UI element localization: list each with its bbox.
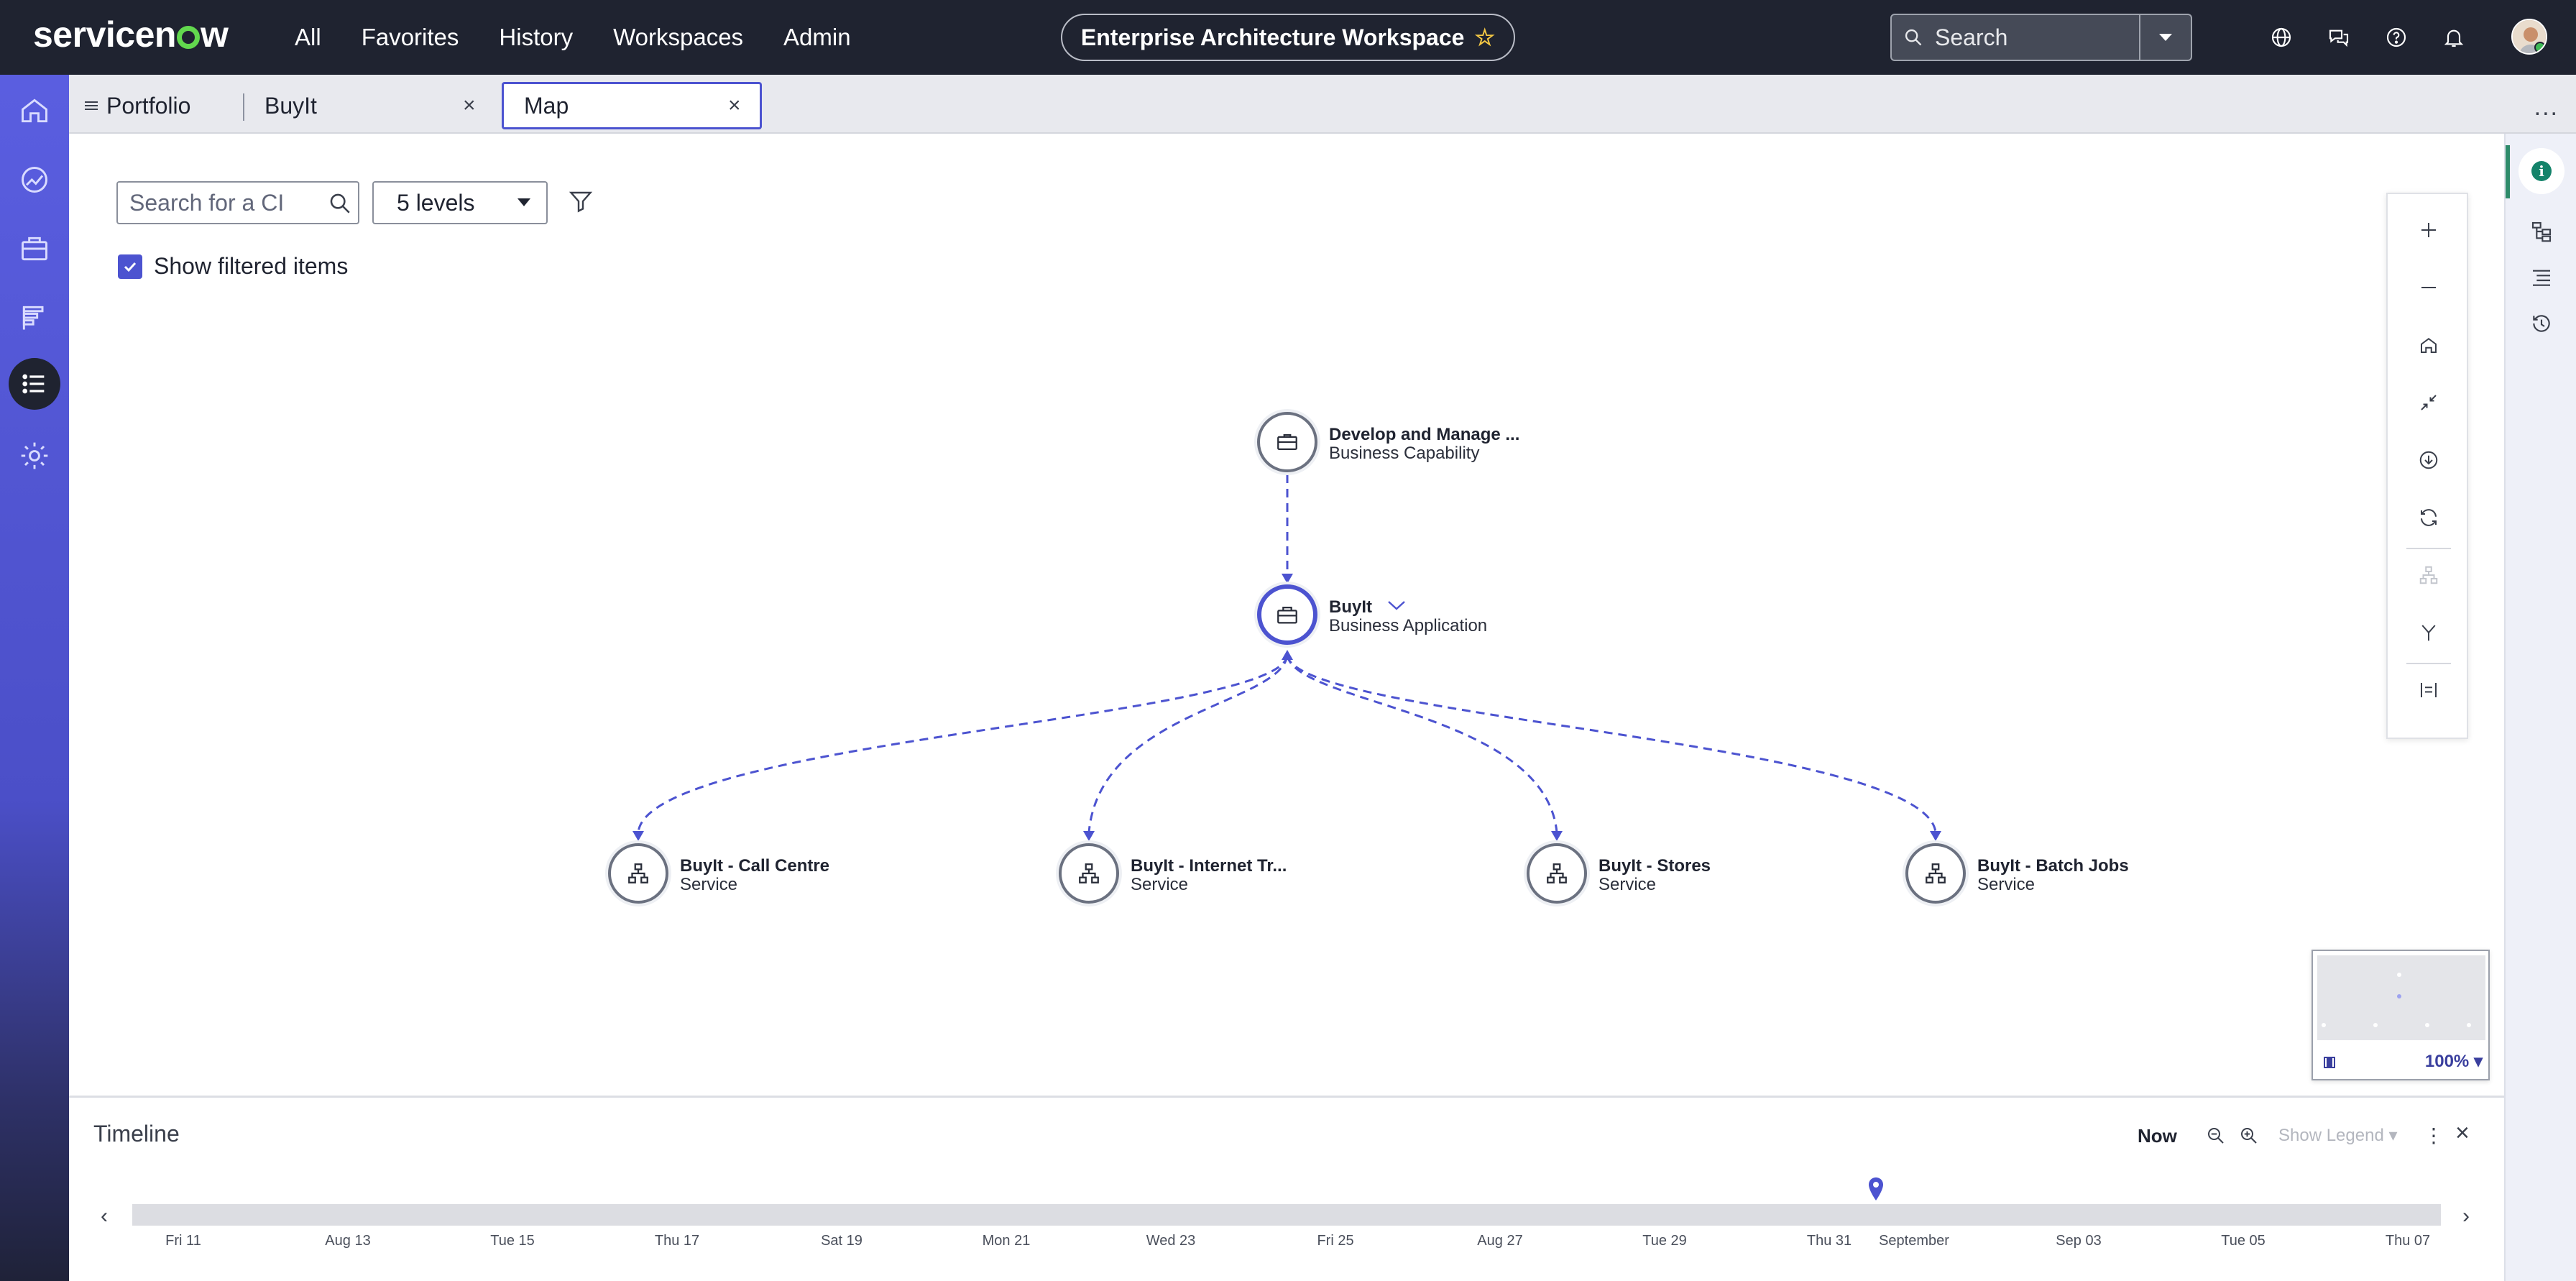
- timeline-tick: Fri 25: [1317, 1233, 1354, 1249]
- timeline-next-icon[interactable]: ›: [2462, 1204, 2470, 1229]
- service-hierarchy-icon: [626, 861, 650, 886]
- timeline-tick: Tue 15: [490, 1233, 535, 1249]
- chevron-down-icon[interactable]: [1387, 600, 1406, 611]
- node-call-centre[interactable]: [608, 843, 668, 904]
- tree-view-icon[interactable]: [2523, 213, 2560, 250]
- timeline-tick: September: [1879, 1233, 1949, 1249]
- node-internet-label[interactable]: BuyIt - Internet Tr... Service: [1131, 857, 1287, 894]
- node-call-centre-name: BuyIt - Call Centre: [680, 856, 830, 876]
- timeline-tick: Tue 05: [2221, 1233, 2266, 1249]
- service-hierarchy-icon: [1923, 861, 1948, 886]
- node-capability[interactable]: [1257, 412, 1317, 472]
- node-internet-type: Service: [1131, 875, 1189, 894]
- timeline-prev-icon[interactable]: ‹: [101, 1204, 108, 1229]
- node-buyit-app-type: Business Application: [1329, 616, 1488, 635]
- refresh-icon[interactable]: [2413, 502, 2444, 533]
- arrowhead: [1282, 574, 1293, 584]
- timeline-tick: Wed 23: [1146, 1233, 1196, 1249]
- node-buyit-app-name-row: BuyIt: [1329, 598, 1487, 617]
- service-hierarchy-icon: [1077, 861, 1101, 886]
- map-tools-panel: [2386, 193, 2468, 739]
- branch-icon[interactable]: [2413, 617, 2444, 648]
- edge-app-batch: [1286, 655, 1937, 833]
- align-icon[interactable]: [2413, 674, 2444, 706]
- arrowhead: [1282, 650, 1293, 660]
- node-stores-label[interactable]: BuyIt - Stores Service: [1598, 857, 1711, 894]
- zoom-in-icon[interactable]: [2413, 214, 2444, 246]
- info-glyph: i: [2531, 161, 2552, 181]
- show-legend-label: Show Legend: [2278, 1126, 2384, 1145]
- minimap-zoom[interactable]: 100% ▾: [2425, 1051, 2483, 1072]
- minimap[interactable]: 100% ▾: [2312, 950, 2490, 1080]
- node-buyit-app-name: BuyIt: [1329, 597, 1372, 617]
- minimap-node: [2397, 973, 2401, 977]
- node-call-centre-label[interactable]: BuyIt - Call Centre Service: [680, 857, 829, 894]
- timeline-tick: Mon 21: [982, 1233, 1031, 1249]
- tools-divider: [2406, 548, 2451, 549]
- close-icon[interactable]: ×: [2455, 1119, 2470, 1147]
- minimap-node: [2397, 994, 2401, 998]
- nested-list-icon[interactable]: [2523, 259, 2560, 296]
- node-call-centre-type: Service: [680, 875, 738, 894]
- timeline-now-button[interactable]: Now: [2138, 1125, 2177, 1147]
- minimap-node: [2425, 1023, 2429, 1027]
- node-buyit-app[interactable]: [1257, 584, 1317, 645]
- arrowhead: [1083, 831, 1095, 841]
- hierarchy-layout-icon: [2413, 559, 2444, 591]
- node-stores-name: BuyIt - Stores: [1598, 856, 1711, 876]
- timeline-panel: Timeline Now Show Legend ▾ ⋮ × ‹ › Fri 1…: [69, 1096, 2504, 1281]
- location-pin-icon[interactable]: [1867, 1177, 1885, 1203]
- kebab-menu-icon[interactable]: ⋮: [2424, 1124, 2444, 1147]
- minimap-viewport[interactable]: [2317, 955, 2485, 1040]
- service-hierarchy-icon: [1545, 861, 1569, 886]
- node-batch-jobs-name: BuyIt - Batch Jobs: [1977, 856, 2129, 876]
- zoom-out-icon[interactable]: [2413, 272, 2444, 303]
- right-context-rail: i: [2504, 134, 2576, 1281]
- timeline-tick: Thu 17: [654, 1233, 700, 1249]
- timeline-tick: Fri 11: [165, 1233, 201, 1249]
- timeline-tick: Thu 07: [2385, 1233, 2431, 1249]
- history-icon[interactable]: [2523, 305, 2560, 342]
- info-icon[interactable]: i: [2518, 148, 2564, 194]
- edge-app-call-centre: [637, 655, 1289, 833]
- edge-app-internet: [1087, 655, 1289, 833]
- tools-divider: [2406, 663, 2451, 664]
- timeline-tick: Aug 27: [1477, 1233, 1523, 1249]
- timeline-tick: Sat 19: [821, 1233, 862, 1249]
- arrowhead: [1930, 831, 1941, 841]
- zoom-in-icon[interactable]: [2238, 1125, 2260, 1147]
- node-batch-jobs-type: Service: [1977, 875, 2036, 894]
- node-buyit-app-label[interactable]: BuyIt Business Application: [1329, 598, 1487, 635]
- briefcase-icon: [1275, 602, 1300, 627]
- node-capability-label[interactable]: Develop and Manage ... Business Capabili…: [1329, 426, 1519, 463]
- active-indicator: [2506, 145, 2510, 198]
- node-capability-name: Develop and Manage ...: [1329, 425, 1520, 444]
- node-stores-type: Service: [1598, 875, 1657, 894]
- node-internet[interactable]: [1059, 843, 1119, 904]
- timeline-tick: Sep 03: [2056, 1233, 2102, 1249]
- node-stores[interactable]: [1527, 843, 1587, 904]
- timeline-tick: Thu 31: [1806, 1233, 1852, 1249]
- minimap-node: [2322, 1023, 2326, 1027]
- minimap-toggle-icon[interactable]: [2323, 1056, 2340, 1069]
- node-batch-jobs[interactable]: [1905, 843, 1966, 904]
- briefcase-closed-icon: [1275, 430, 1300, 454]
- timeline-tick: Aug 13: [325, 1233, 371, 1249]
- timeline-tick: Tue 29: [1642, 1233, 1687, 1249]
- zoom-out-icon[interactable]: [2205, 1125, 2227, 1147]
- download-icon[interactable]: [2413, 444, 2444, 476]
- minimap-zoom-value: 100%: [2424, 1052, 2470, 1071]
- collapse-icon[interactable]: [2413, 387, 2444, 418]
- arrowhead: [632, 831, 644, 841]
- minimap-node: [2373, 1023, 2378, 1027]
- show-legend-dropdown: Show Legend ▾: [2278, 1126, 2398, 1145]
- timeline-track[interactable]: [132, 1204, 2441, 1226]
- node-internet-name: BuyIt - Internet Tr...: [1131, 856, 1287, 876]
- timeline-title: Timeline: [93, 1121, 180, 1147]
- minimap-node: [2467, 1023, 2471, 1027]
- arrowhead: [1551, 831, 1563, 841]
- node-batch-jobs-label[interactable]: BuyIt - Batch Jobs Service: [1977, 857, 2129, 894]
- home-icon[interactable]: [2413, 329, 2444, 361]
- node-capability-type: Business Capability: [1329, 444, 1480, 463]
